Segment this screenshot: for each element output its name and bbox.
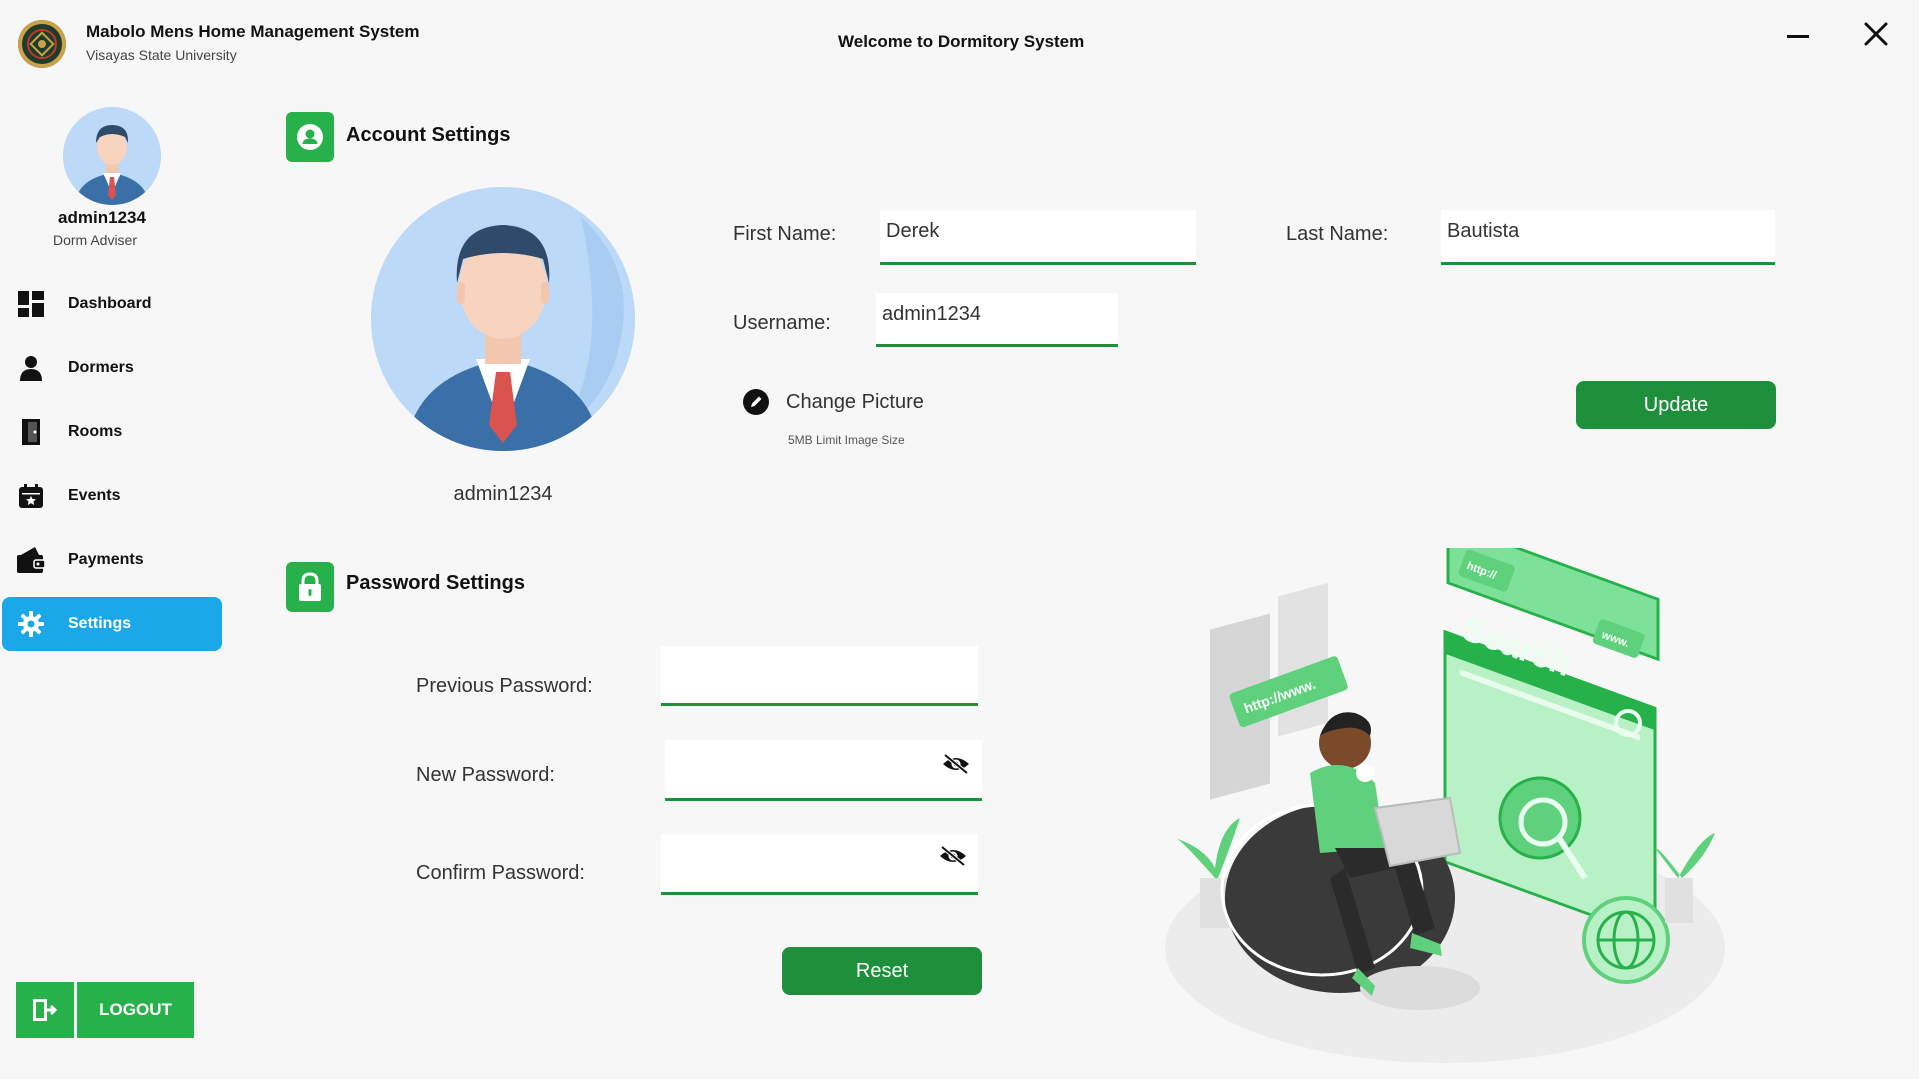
logout-icon — [16, 982, 77, 1038]
sidebar-item-payments[interactable]: Payments — [2, 533, 222, 587]
change-picture-label: Change Picture — [786, 390, 924, 413]
sidebar-item-label: Dormers — [68, 359, 134, 376]
logout-button[interactable]: LOGOUT — [16, 982, 194, 1038]
sidebar-item-dormers[interactable]: Dormers — [2, 341, 222, 395]
password-settings-badge — [286, 562, 334, 612]
first-name-label: First Name: — [733, 223, 837, 245]
account-settings-badge — [286, 112, 334, 162]
user-icon — [16, 353, 46, 383]
update-button[interactable]: Update — [1576, 381, 1776, 429]
close-button[interactable] — [1856, 14, 1896, 54]
edit-icon — [743, 389, 769, 415]
app-title: Mabolo Mens Home Management System — [86, 22, 420, 41]
sidebar-item-label: Dashboard — [68, 295, 152, 312]
reset-button[interactable]: Reset — [782, 947, 982, 995]
door-icon — [16, 417, 46, 447]
password-settings-title: Password Settings — [346, 572, 525, 594]
logo-emblem-icon — [20, 22, 64, 66]
new-password-label: New Password: — [416, 764, 555, 786]
sidebar-item-events[interactable]: Events — [2, 469, 222, 523]
sidebar-item-label: Payments — [68, 551, 144, 568]
window-heading: Welcome to Dormitory System — [838, 32, 1085, 51]
sidebar-avatar — [63, 107, 161, 205]
eye-slash-icon — [940, 845, 966, 867]
logout-label: LOGOUT — [77, 982, 194, 1038]
sidebar-item-label: Rooms — [68, 423, 123, 440]
toggle-new-password-visibility[interactable] — [938, 746, 974, 782]
previous-password-field[interactable] — [661, 646, 978, 706]
sidebar-item-label: Settings — [68, 615, 132, 632]
first-name-field[interactable]: Derek — [880, 210, 1196, 265]
account-icon — [297, 124, 323, 150]
sidebar-item-label: Events — [68, 487, 121, 504]
sidebar-item-rooms[interactable]: Rooms — [2, 405, 222, 459]
dashboard-icon — [16, 289, 46, 319]
confirm-password-label: Confirm Password: — [416, 862, 585, 884]
image-limit-note: 5MB Limit Image Size — [788, 433, 905, 447]
account-settings-title: Account Settings — [346, 124, 511, 146]
last-name-label: Last Name: — [1286, 223, 1389, 245]
minimize-button[interactable] — [1778, 18, 1818, 54]
lock-icon — [299, 572, 321, 601]
profile-avatar-icon — [371, 187, 635, 451]
decorative-illustration: Search http://www. http:// www. — [1160, 520, 1730, 1068]
sidebar-item-dashboard[interactable]: Dashboard — [2, 277, 222, 331]
eye-slash-icon — [943, 753, 969, 775]
username-field[interactable]: admin1234 — [876, 293, 1118, 347]
gear-icon — [16, 609, 46, 639]
sidebar-username: admin1234 — [58, 208, 146, 227]
sidebar-item-settings[interactable]: Settings — [2, 597, 222, 651]
wallet-icon — [16, 545, 46, 575]
confirm-password-field[interactable] — [661, 834, 978, 895]
sidebar-role: Dorm Adviser — [52, 232, 138, 248]
change-picture-button[interactable]: Change Picture — [742, 388, 924, 416]
app-subtitle: Visayas State University — [86, 47, 237, 63]
calendar-icon — [16, 481, 46, 511]
profile-username: admin1234 — [453, 483, 553, 505]
app-logo — [18, 20, 66, 68]
toggle-confirm-password-visibility[interactable] — [935, 838, 971, 874]
avatar-icon — [63, 107, 161, 205]
last-name-field[interactable]: Bautista — [1441, 210, 1775, 265]
close-icon — [1864, 22, 1888, 46]
previous-password-label: Previous Password: — [416, 675, 593, 697]
profile-picture — [371, 187, 635, 451]
new-password-field[interactable] — [665, 740, 982, 801]
person-browsing-illustration: Search http://www. http:// www. — [1165, 520, 1725, 1063]
username-label: Username: — [733, 312, 831, 334]
